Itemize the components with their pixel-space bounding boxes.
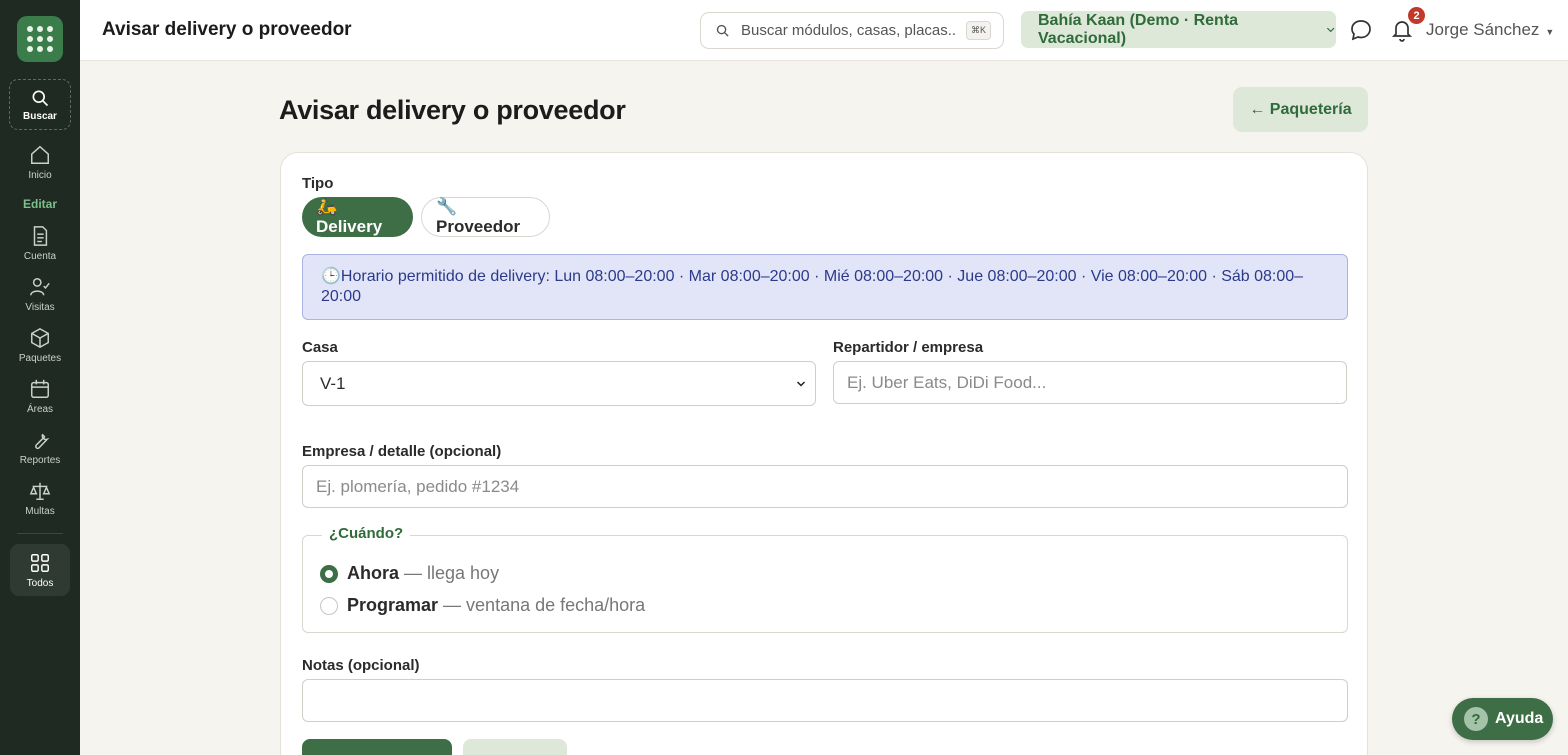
- document-icon: [33, 226, 48, 246]
- sidebar-section-editar[interactable]: Editar: [23, 197, 57, 211]
- chevron-down-icon: [1326, 27, 1335, 32]
- when-programar-option[interactable]: Programar — ventana de fecha/hora: [320, 595, 645, 616]
- sidebar-item-label: Reportes: [19, 455, 61, 466]
- app-grid-logo-icon[interactable]: [17, 16, 63, 62]
- user-menu[interactable]: Jorge Sánchez ▼: [1426, 20, 1554, 40]
- scale-icon: [29, 482, 51, 500]
- chevron-down-icon: [796, 381, 806, 387]
- when-fieldset: ¿Cuándo? Ahora — llega hoy Programar — v…: [302, 525, 1348, 633]
- sidebar-item-visitas[interactable]: Visitas: [9, 276, 71, 313]
- sidebar-item-areas[interactable]: Áreas: [9, 378, 71, 415]
- when-ahora-option[interactable]: Ahora — llega hoy: [320, 563, 499, 584]
- shortcut-hint: ⌘K: [966, 21, 992, 40]
- sidebar-search-button[interactable]: Buscar: [9, 79, 71, 130]
- delivery-form-card: Tipo 🛵Delivery 🔧Proveedor 🕒Horario permi…: [280, 152, 1368, 755]
- sidebar-item-multas[interactable]: Multas: [9, 480, 71, 517]
- sidebar-item-todos[interactable]: Todos: [10, 544, 70, 596]
- tipo-proveedor-option[interactable]: 🔧Proveedor: [421, 197, 550, 237]
- topbar: Avisar delivery o proveedor Buscar módul…: [80, 0, 1568, 61]
- page-title: Avisar delivery o proveedor: [279, 95, 626, 125]
- repartidor-input[interactable]: Ej. Uber Eats, DiDi Food...: [833, 361, 1347, 404]
- global-search-placeholder: Buscar módulos, casas, placas...: [741, 22, 956, 39]
- sidebar-item-label: Paquetes: [18, 353, 62, 364]
- sidebar-item-label: Áreas: [26, 404, 54, 415]
- radio-checked[interactable]: [320, 564, 338, 583]
- sidebar-divider: [17, 533, 63, 534]
- tipo-label: Tipo: [302, 175, 334, 192]
- sidebar-item-label: Multas: [25, 506, 55, 517]
- community-name: Bahía Kaan (Demo · Renta Vacacional): [1038, 11, 1239, 47]
- help-button[interactable]: ? Ayuda: [1452, 698, 1553, 740]
- submit-button[interactable]: [302, 739, 452, 755]
- casa-label: Casa: [302, 339, 338, 356]
- sidebar-item-reportes[interactable]: Reportes: [9, 429, 71, 466]
- when-option-sub: — ventana de fecha/hora: [443, 595, 646, 615]
- community-selector[interactable]: Bahía Kaan (Demo · Renta Vacacional): [1021, 11, 1336, 48]
- search-icon: [716, 24, 729, 37]
- sidebar-item-label: Todos: [26, 577, 54, 589]
- wrench-icon: [35, 433, 50, 450]
- global-search-input[interactable]: Buscar módulos, casas, placas... ⌘K: [700, 12, 1004, 49]
- repartidor-label: Repartidor / empresa: [833, 339, 984, 356]
- sidebar-item-paquetes[interactable]: Paquetes: [9, 327, 71, 364]
- chat-bubble-icon[interactable]: [1349, 18, 1373, 42]
- cancel-button[interactable]: [463, 739, 567, 755]
- sidebar-item-cuenta[interactable]: Cuenta: [9, 225, 71, 262]
- help-label: Ayuda: [1495, 710, 1544, 727]
- when-legend: ¿Cuándo?: [322, 525, 411, 542]
- sidebar-item-inicio[interactable]: Inicio: [9, 144, 71, 181]
- sidebar-search-label: Buscar: [23, 110, 57, 122]
- help-question-icon: ?: [1464, 707, 1488, 731]
- when-option-main: Ahora: [347, 563, 400, 583]
- topbar-title: Avisar delivery o proveedor: [102, 19, 352, 40]
- when-option-main: Programar: [347, 595, 439, 615]
- empresa-input[interactable]: Ej. plomería, pedido #1234: [302, 465, 1348, 508]
- back-to-paqueteria-button[interactable]: ← Paquetería: [1233, 87, 1368, 132]
- radio-unchecked[interactable]: [320, 596, 338, 615]
- empresa-label: Empresa / detalle (opcional): [302, 443, 502, 460]
- calendar-icon: [31, 379, 49, 398]
- casa-selected-value: V-1: [320, 373, 346, 393]
- sidebar-item-label: Cuenta: [23, 251, 57, 262]
- home-icon: [31, 145, 49, 164]
- caret-down-icon: ▼: [1545, 27, 1555, 37]
- package-icon: [31, 327, 49, 349]
- delivery-hours-notice: 🕒Horario permitido de delivery: Lun 08:0…: [302, 254, 1348, 320]
- casa-select[interactable]: V-1: [302, 361, 816, 406]
- sidebar: Buscar Inicio Editar Cuenta Visitas Paqu…: [0, 0, 80, 755]
- tipo-delivery-option[interactable]: 🛵Delivery: [302, 197, 413, 237]
- user-name: Jorge Sánchez: [1426, 20, 1540, 39]
- grid-icon: [31, 553, 49, 572]
- user-check-icon: [30, 278, 50, 296]
- when-option-sub: — llega hoy: [404, 563, 500, 583]
- notifications-badge: 2: [1408, 7, 1425, 24]
- sidebar-item-label: Visitas: [25, 302, 55, 313]
- notas-input[interactable]: [302, 679, 1348, 722]
- sidebar-item-label: Inicio: [28, 170, 52, 181]
- search-icon: [32, 90, 49, 106]
- notas-label: Notas (opcional): [302, 657, 420, 674]
